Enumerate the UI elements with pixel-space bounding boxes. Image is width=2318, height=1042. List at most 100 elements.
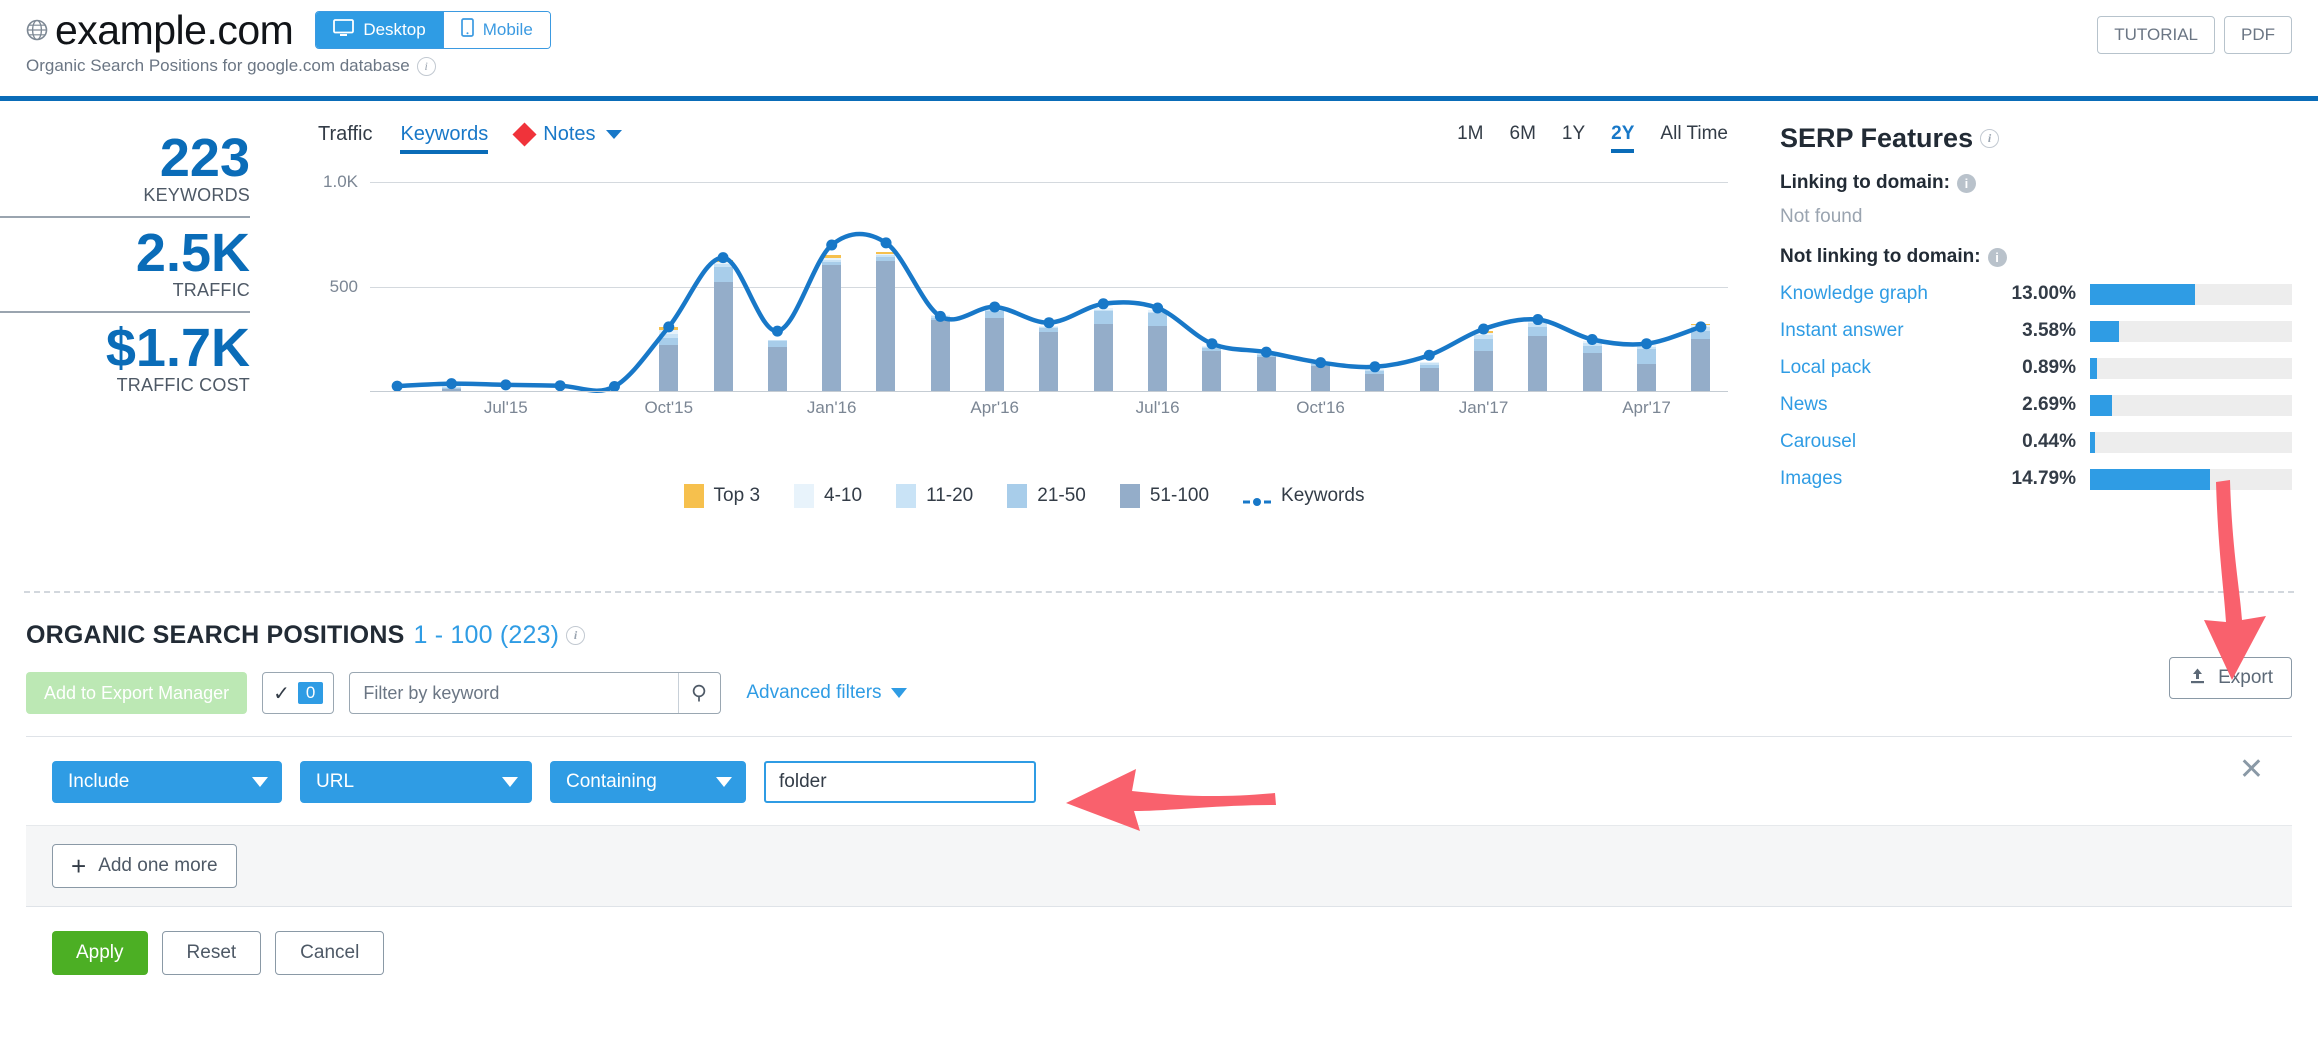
keywords-data-point[interactable] xyxy=(1424,350,1435,361)
keywords-data-point[interactable] xyxy=(989,301,1000,312)
legend-swatch xyxy=(1120,484,1140,508)
x-axis-tick: Oct'15 xyxy=(644,398,693,418)
keywords-line-series xyxy=(370,182,1728,392)
add-one-more-row: + Add one more xyxy=(26,825,2292,906)
x-axis-line xyxy=(370,391,1728,392)
filter-operator-select[interactable]: Containing xyxy=(550,761,746,803)
cancel-button[interactable]: Cancel xyxy=(275,931,384,975)
tab-mobile[interactable]: Mobile xyxy=(443,12,550,48)
filter-by-keyword-input[interactable] xyxy=(349,672,721,714)
serp-feature-name[interactable]: Local pack xyxy=(1780,357,1995,379)
organic-search-positions-section: ORGANIC SEARCH POSITIONS 1 - 100 (223) i… xyxy=(0,593,2318,999)
keywords-data-point[interactable] xyxy=(718,252,729,263)
summary-stats: 223 KEYWORDS 2.5K TRAFFIC $1.7K TRAFFIC … xyxy=(0,101,290,591)
keywords-data-point[interactable] xyxy=(772,326,783,337)
keywords-data-point[interactable] xyxy=(1152,303,1163,314)
x-axis-tick: Apr'17 xyxy=(1622,398,1671,418)
keywords-data-point[interactable] xyxy=(1641,338,1652,349)
keywords-data-point[interactable] xyxy=(1206,338,1217,349)
device-toggle[interactable]: Desktop Mobile xyxy=(315,11,550,49)
keywords-data-point[interactable] xyxy=(392,381,403,392)
filter-field-select[interactable]: URL xyxy=(300,761,532,803)
range-6m[interactable]: 6M xyxy=(1510,123,1536,153)
keywords-data-point[interactable] xyxy=(1261,347,1272,358)
tab-keywords[interactable]: Keywords xyxy=(400,123,488,154)
legend-swatch xyxy=(1007,484,1027,508)
legend-label: 21-50 xyxy=(1037,485,1086,507)
info-icon-organic[interactable]: i xyxy=(566,626,585,645)
keywords-data-point[interactable] xyxy=(1695,321,1706,332)
add-one-more-button[interactable]: + Add one more xyxy=(52,844,237,888)
keywords-data-point[interactable] xyxy=(1532,314,1543,325)
notes-dropdown[interactable]: Notes xyxy=(516,123,621,154)
apply-button[interactable]: Apply xyxy=(52,931,148,975)
keyword-filter xyxy=(349,672,721,714)
keywords-data-point[interactable] xyxy=(1098,298,1109,309)
tab-desktop[interactable]: Desktop xyxy=(316,12,442,48)
legend-item[interactable]: Top 3 xyxy=(684,484,760,508)
range-2y[interactable]: 2Y xyxy=(1611,123,1634,153)
legend-line-icon xyxy=(1243,491,1271,501)
add-to-export-manager-button[interactable]: Add to Export Manager xyxy=(26,672,247,714)
legend-item[interactable]: Keywords xyxy=(1243,485,1364,507)
serp-feature-name[interactable]: Carousel xyxy=(1780,431,1995,453)
x-axis-tick: Jul'16 xyxy=(1136,398,1180,418)
info-icon-subtitle[interactable]: i xyxy=(417,57,436,76)
domain-row: example.com Desktop Mobil xyxy=(26,0,2292,52)
advanced-filters-toggle[interactable]: Advanced filters xyxy=(746,682,906,704)
serp-feature-name[interactable]: Images xyxy=(1780,468,1995,490)
serp-feature-row: Instant answer3.58% xyxy=(1780,320,2292,342)
not-linking-to-domain-label: Not linking to domain: xyxy=(1780,246,1981,268)
keywords-data-point[interactable] xyxy=(1044,317,1055,328)
tutorial-button[interactable]: TUTORIAL xyxy=(2097,16,2215,54)
export-button[interactable]: Export xyxy=(2169,657,2292,699)
keywords-data-point[interactable] xyxy=(881,237,892,248)
keywords-data-point[interactable] xyxy=(500,379,511,390)
legend-item[interactable]: 51-100 xyxy=(1120,484,1209,508)
keywords-data-point[interactable] xyxy=(1478,324,1489,335)
range-1y[interactable]: 1Y xyxy=(1562,123,1585,153)
legend-label: Keywords xyxy=(1281,485,1364,507)
filter-include-select[interactable]: Include xyxy=(52,761,282,803)
search-icon-button[interactable] xyxy=(678,673,720,713)
serp-feature-percent: 14.79% xyxy=(1995,468,2090,490)
keywords-data-point[interactable] xyxy=(1369,361,1380,372)
serp-feature-percent: 2.69% xyxy=(1995,394,2090,416)
legend-item[interactable]: 11-20 xyxy=(896,484,973,508)
serp-feature-name[interactable]: Knowledge graph xyxy=(1780,283,1995,305)
stat-keywords: 223 KEYWORDS xyxy=(0,123,250,216)
x-axis-labels: Jul'15Oct'15Jan'16Apr'16Jul'16Oct'16Jan'… xyxy=(370,398,1728,428)
keywords-data-point[interactable] xyxy=(935,311,946,322)
export-button-label: Export xyxy=(2218,667,2273,689)
filter-row: Include URL Containing ✕ xyxy=(26,737,2292,803)
serp-feature-bar-track xyxy=(2090,321,2292,342)
keywords-data-point[interactable] xyxy=(446,378,457,389)
serp-feature-bar-fill xyxy=(2090,358,2097,379)
serp-feature-name[interactable]: Instant answer xyxy=(1780,320,1995,342)
info-icon-linking[interactable]: i xyxy=(1957,174,1976,193)
selected-count-box[interactable]: ✓ 0 xyxy=(262,672,334,714)
page-subtitle: Organic Search Positions for google.com … xyxy=(26,56,410,76)
keywords-data-point[interactable] xyxy=(826,240,837,251)
remove-filter-row-button[interactable]: ✕ xyxy=(2239,755,2264,785)
keywords-data-point[interactable] xyxy=(663,321,674,332)
reset-button[interactable]: Reset xyxy=(162,931,262,975)
keywords-data-point[interactable] xyxy=(1587,334,1598,345)
keywords-data-point[interactable] xyxy=(555,380,566,391)
serp-feature-row: Local pack0.89% xyxy=(1780,357,2292,379)
legend-item[interactable]: 4-10 xyxy=(794,484,862,508)
filter-value-input[interactable] xyxy=(764,761,1036,803)
legend-swatch xyxy=(684,484,704,508)
info-icon-serp[interactable]: i xyxy=(1980,129,1999,148)
range-all-time[interactable]: All Time xyxy=(1660,123,1728,153)
serp-feature-bar-fill xyxy=(2090,395,2112,416)
range-1m[interactable]: 1M xyxy=(1457,123,1483,153)
keywords-data-point[interactable] xyxy=(1315,357,1326,368)
tab-traffic[interactable]: Traffic xyxy=(318,123,372,154)
legend-swatch xyxy=(896,484,916,508)
pdf-button[interactable]: PDF xyxy=(2224,16,2292,54)
legend-item[interactable]: 21-50 xyxy=(1007,484,1086,508)
info-icon-not-linking[interactable]: i xyxy=(1988,248,2007,267)
selected-count: 0 xyxy=(298,682,323,704)
serp-feature-name[interactable]: News xyxy=(1780,394,1995,416)
